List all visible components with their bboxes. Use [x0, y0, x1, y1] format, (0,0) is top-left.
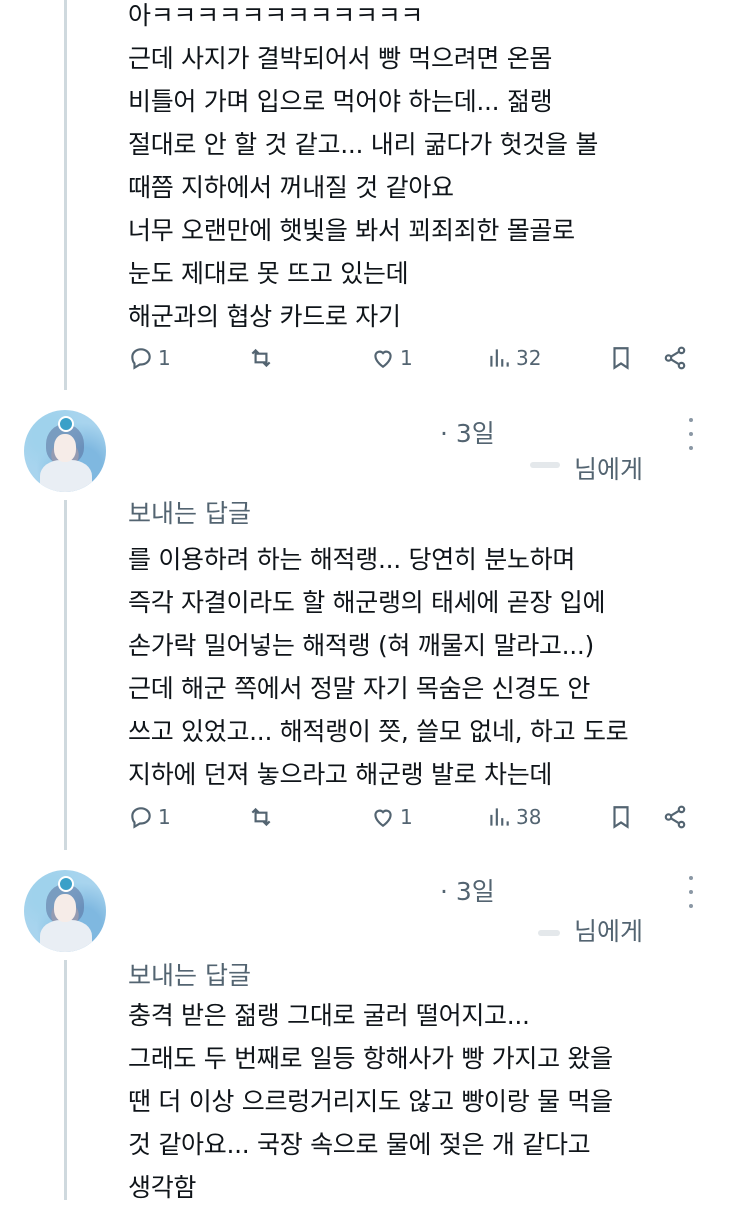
heart-icon: [374, 350, 392, 368]
action-bar: 1 1 38: [128, 797, 708, 837]
share-button[interactable]: [662, 797, 688, 837]
heart-icon: [374, 809, 392, 827]
view-count: 38: [516, 805, 542, 829]
thread-line: [64, 0, 67, 390]
views-icon: [490, 349, 509, 367]
bookmark-button[interactable]: [608, 338, 634, 378]
tweet-text-line: 땐 더 이상 으르렁거리지도 않고 빵이랑 물 먹을: [128, 1087, 613, 1116]
recipient-handle[interactable]: [530, 462, 560, 468]
avatar[interactable]: [24, 870, 106, 952]
views-button[interactable]: 38: [486, 797, 541, 837]
tweet-text-line: 쓰고 있었고... 해적랭이 쯧, 쓸모 없네, 하고 도로: [128, 717, 629, 746]
bookmark-button[interactable]: [608, 797, 634, 837]
avatar[interactable]: [24, 410, 106, 492]
like-count: 1: [400, 346, 413, 370]
more-icon[interactable]: [684, 876, 698, 908]
bookmark-icon: [613, 806, 629, 829]
thread-line: [64, 960, 67, 1200]
views-icon: [490, 808, 509, 826]
retweet-button[interactable]: [248, 338, 278, 378]
reply-icon: [131, 348, 151, 370]
like-count: 1: [400, 805, 413, 829]
tweet-text-line: 충격 받은 젊랭 그대로 굴러 떨어지고...: [128, 1001, 530, 1030]
share-icon: [664, 346, 686, 370]
share-icon: [664, 805, 686, 829]
bookmark-icon: [613, 347, 629, 370]
tweet-text-line: 손가락 밀어넣는 해적랭 (혀 깨물지 말라고...): [128, 631, 594, 660]
recipient-handle[interactable]: [538, 930, 560, 936]
retweet-button[interactable]: [248, 797, 278, 837]
retweet-icon: [251, 348, 271, 368]
view-count: 32: [516, 346, 542, 370]
tweet-text-line: 그래도 두 번째로 일등 항해사가 빵 가지고 왔을: [128, 1044, 613, 1073]
like-button[interactable]: 1: [370, 797, 413, 837]
tweet-text-line: 즉각 자결이라도 할 해군랭의 태세에 곧장 입에: [128, 588, 606, 617]
tweet-text-line: 아ㅋㅋㅋㅋㅋㅋㅋㅋㅋㅋㅋㅋ: [128, 1, 424, 30]
more-icon[interactable]: [684, 418, 698, 450]
share-button[interactable]: [662, 338, 688, 378]
tweet-text-line: 근데 사지가 결박되어서 빵 먹으려면 온몸: [128, 44, 553, 73]
tweet-text: 충격 받은 젊랭 그대로 굴러 떨어지고... 그래도 두 번째로 일등 항해사…: [128, 994, 712, 1209]
tweet-text-line: 너무 오랜만에 햇빛을 봐서 꾀죄죄한 몰골로: [128, 216, 575, 245]
tweet-text-line: 비틀어 가며 입으로 먹어야 하는데... 젊랭: [128, 87, 553, 116]
like-button[interactable]: 1: [370, 338, 413, 378]
tweet-text-line: 눈도 제대로 못 뜨고 있는데: [128, 259, 409, 288]
recipient-suffix: 님에게: [574, 455, 644, 484]
reply-label: 보내는 답글: [128, 961, 251, 990]
tweet-text: 를 이용하려 하는 해적랭... 당연히 분노하며 즉각 자결이라도 할 해군랭…: [128, 538, 712, 796]
reply-button[interactable]: 1: [128, 797, 171, 837]
tweet-text-line: 근데 해군 쪽에서 정말 자기 목숨은 신경도 안: [128, 674, 591, 703]
reply-count: 1: [158, 805, 171, 829]
recipient-suffix: 님에게: [574, 917, 644, 946]
reply-label: 보내는 답글: [128, 499, 251, 528]
retweet-icon: [251, 807, 271, 827]
tweet-text-line: 지하에 던져 놓으라고 해군랭 발로 차는데: [128, 760, 553, 789]
tweet-time[interactable]: · 3일: [440, 414, 495, 450]
reply-icon: [131, 807, 151, 829]
action-bar: 1 1 32: [128, 338, 708, 378]
tweet-text-line: 생각함: [128, 1173, 197, 1202]
tweet-text: 아ㅋㅋㅋㅋㅋㅋㅋㅋㅋㅋㅋㅋ 근데 사지가 결박되어서 빵 먹으려면 온몸 비틀어…: [128, 0, 712, 338]
views-button[interactable]: 32: [486, 338, 541, 378]
tweet-text-line: 해군과의 협상 카드로 자기: [128, 302, 401, 331]
tweet-text-line: 를 이용하려 하는 해적랭... 당연히 분노하며: [128, 545, 576, 574]
tweet-text-line: 절대로 안 할 것 같고... 내리 굶다가 헛것을 볼: [128, 130, 599, 159]
tweet-text-line: 때쯤 지하에서 꺼내질 것 같아요: [128, 173, 454, 202]
reply-button[interactable]: 1: [128, 338, 171, 378]
reply-count: 1: [158, 346, 171, 370]
tweet-time[interactable]: · 3일: [440, 872, 495, 908]
tweet-text-line: 것 같아요... 국장 속으로 물에 젖은 개 같다고: [128, 1130, 591, 1159]
thread-line: [64, 500, 67, 850]
